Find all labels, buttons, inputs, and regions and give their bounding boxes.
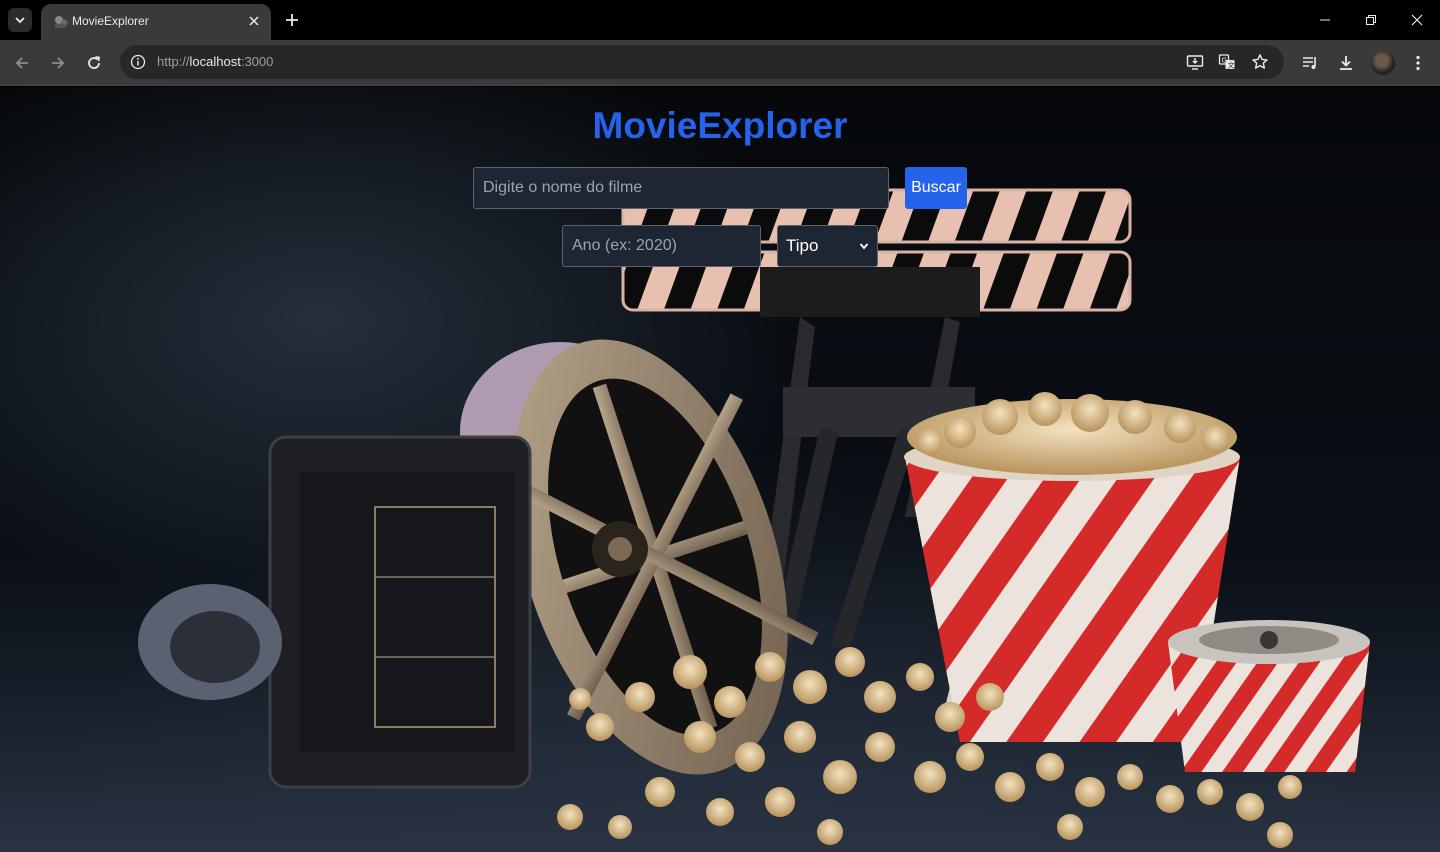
active-tab[interactable]: MovieExplorer xyxy=(41,4,271,40)
movie-favicon-icon xyxy=(55,16,68,28)
media-queue-icon xyxy=(1303,57,1316,69)
forward-button[interactable] xyxy=(46,51,70,75)
restore-icon xyxy=(1366,15,1376,25)
restore-button[interactable] xyxy=(1359,8,1383,32)
site-info-button[interactable] xyxy=(126,50,150,74)
close-icon xyxy=(249,16,259,26)
chevron-down-icon xyxy=(859,243,869,250)
browser-menu-button[interactable] xyxy=(1406,51,1430,75)
minimize-button[interactable] xyxy=(1313,8,1337,32)
download-icon xyxy=(1340,56,1352,70)
url-scheme: http:// xyxy=(157,54,190,69)
tab-title: MovieExplorer xyxy=(72,14,149,28)
search-button[interactable]: Buscar xyxy=(905,167,967,209)
svg-text:文: 文 xyxy=(1228,61,1235,70)
reading-list-button[interactable] xyxy=(1298,51,1322,75)
downloads-button[interactable] xyxy=(1334,51,1358,75)
address-bar[interactable]: http://localhost:3000 G文 xyxy=(120,45,1284,79)
info-icon xyxy=(130,54,146,70)
install-app-button[interactable] xyxy=(1185,52,1205,72)
page-viewport: MovieExplorer Buscar Tipo xyxy=(0,87,1440,852)
star-icon xyxy=(1252,54,1268,69)
tab-search-button[interactable] xyxy=(8,8,32,32)
arrow-right-icon xyxy=(52,57,65,69)
close-icon xyxy=(1411,14,1423,26)
year-filter-input[interactable] xyxy=(562,225,761,267)
url-text: http://localhost:3000 xyxy=(157,54,273,69)
new-tab-button[interactable] xyxy=(282,10,302,30)
more-vertical-icon xyxy=(1416,55,1420,71)
translate-icon: G文 xyxy=(1218,54,1235,70)
close-window-button[interactable] xyxy=(1405,8,1429,32)
arrow-left-icon xyxy=(15,57,28,69)
type-filter-value: Tipo xyxy=(786,236,819,255)
back-button[interactable] xyxy=(10,51,34,75)
tab-close-button[interactable] xyxy=(245,12,263,30)
plus-icon xyxy=(286,14,298,26)
reload-button[interactable] xyxy=(82,51,106,75)
url-port: :3000 xyxy=(240,54,274,69)
movie-search-input[interactable] xyxy=(473,167,889,209)
reload-icon xyxy=(88,56,101,69)
chevron-down-icon xyxy=(15,17,25,24)
browser-toolbar: http://localhost:3000 G文 xyxy=(0,40,1440,86)
minimize-icon xyxy=(1320,19,1330,21)
install-icon xyxy=(1186,55,1204,70)
bookmark-button[interactable] xyxy=(1250,52,1270,72)
url-host: localhost xyxy=(189,54,241,69)
profile-avatar[interactable] xyxy=(1371,51,1395,75)
film-can-art xyxy=(1168,620,1370,772)
svg-text:G: G xyxy=(1222,57,1227,65)
tab-strip: MovieExplorer xyxy=(0,0,1440,40)
type-filter-select[interactable]: Tipo xyxy=(777,225,878,267)
translate-button[interactable]: G文 xyxy=(1217,52,1237,72)
app-title: MovieExplorer xyxy=(592,105,848,146)
